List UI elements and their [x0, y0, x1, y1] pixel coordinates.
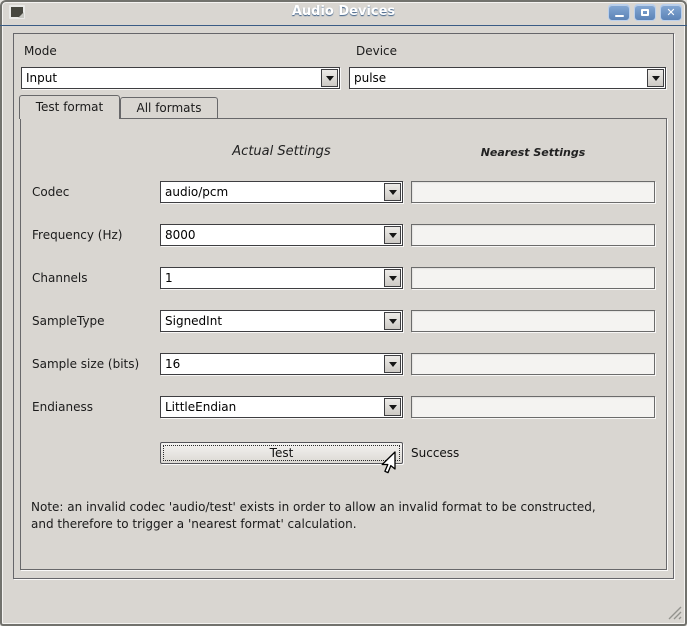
chevron-down-icon: [389, 190, 397, 195]
channels-value: 1: [165, 268, 173, 288]
sampletype-combobox[interactable]: SignedInt: [160, 310, 403, 332]
codec-combobox[interactable]: audio/pcm: [160, 181, 403, 203]
device-combobox[interactable]: pulse: [349, 67, 666, 89]
chevron-down-icon: [389, 405, 397, 410]
samplesize-nearest-field: [411, 353, 655, 375]
sampletype-value: SignedInt: [165, 311, 222, 331]
codec-dropdown-button[interactable]: [384, 183, 401, 201]
mode-label: Mode: [24, 44, 57, 58]
mode-value: Input: [26, 68, 57, 88]
sampletype-nearest-field: [411, 310, 655, 332]
frequency-label: Frequency (Hz): [32, 224, 157, 246]
channels-dropdown-button[interactable]: [384, 269, 401, 287]
samplesize-dropdown-button[interactable]: [384, 355, 401, 373]
minimize-button[interactable]: [608, 4, 630, 21]
maximize-icon: [641, 9, 649, 16]
channels-nearest-field: [411, 267, 655, 289]
minimize-icon: [615, 15, 624, 17]
mode-dropdown-button[interactable]: [321, 69, 338, 87]
samplesize-label: Sample size (bits): [32, 353, 157, 375]
channels-label: Channels: [32, 267, 157, 289]
device-value: pulse: [354, 68, 386, 88]
close-icon: ✕: [666, 7, 675, 18]
chevron-down-icon: [389, 362, 397, 367]
device-dropdown-button[interactable]: [647, 69, 664, 87]
codec-label: Codec: [32, 181, 157, 203]
endianess-nearest-field: [411, 396, 655, 418]
endianess-value: LittleEndian: [165, 397, 236, 417]
resize-grip[interactable]: [665, 603, 682, 620]
tab-test-format[interactable]: Test format: [19, 95, 120, 119]
note-line-1: Note: an invalid codec 'audio/test' exis…: [31, 500, 596, 514]
endianess-dropdown-button[interactable]: [384, 398, 401, 416]
mouse-cursor: [377, 451, 399, 479]
endianess-combobox[interactable]: LittleEndian: [160, 396, 403, 418]
frequency-dropdown-button[interactable]: [384, 226, 401, 244]
chevron-down-icon: [652, 76, 660, 81]
test-button[interactable]: Test: [160, 442, 403, 464]
channels-combobox[interactable]: 1: [160, 267, 403, 289]
chevron-down-icon: [389, 276, 397, 281]
note-line-2: and therefore to trigger a 'nearest form…: [31, 517, 357, 531]
device-label: Device: [356, 44, 397, 58]
sampletype-label: SampleType: [32, 310, 157, 332]
status-text: Success: [411, 442, 459, 464]
titlebar[interactable]: Audio Devices ✕: [0, 0, 687, 26]
sampletype-dropdown-button[interactable]: [384, 312, 401, 330]
samplesize-combobox[interactable]: 16: [160, 353, 403, 375]
frequency-value: 8000: [165, 225, 196, 245]
endianess-label: Endianess: [32, 396, 157, 418]
actual-settings-header: Actual Settings: [160, 144, 403, 159]
chevron-down-icon: [389, 233, 397, 238]
codec-nearest-field: [411, 181, 655, 203]
nearest-settings-header: Nearest Settings: [411, 146, 655, 159]
codec-value: audio/pcm: [165, 182, 228, 202]
audio-devices-window: Audio Devices ✕ Mode Device Input pulse …: [0, 0, 687, 626]
maximize-button[interactable]: [634, 4, 656, 21]
tab-all-formats[interactable]: All formats: [120, 97, 218, 119]
chevron-down-icon: [389, 319, 397, 324]
samplesize-value: 16: [165, 354, 180, 374]
window-title: Audio Devices: [0, 4, 687, 19]
chevron-down-icon: [326, 76, 334, 81]
frequency-nearest-field: [411, 224, 655, 246]
frequency-combobox[interactable]: 8000: [160, 224, 403, 246]
mode-combobox[interactable]: Input: [21, 67, 340, 89]
close-button[interactable]: ✕: [660, 4, 682, 21]
